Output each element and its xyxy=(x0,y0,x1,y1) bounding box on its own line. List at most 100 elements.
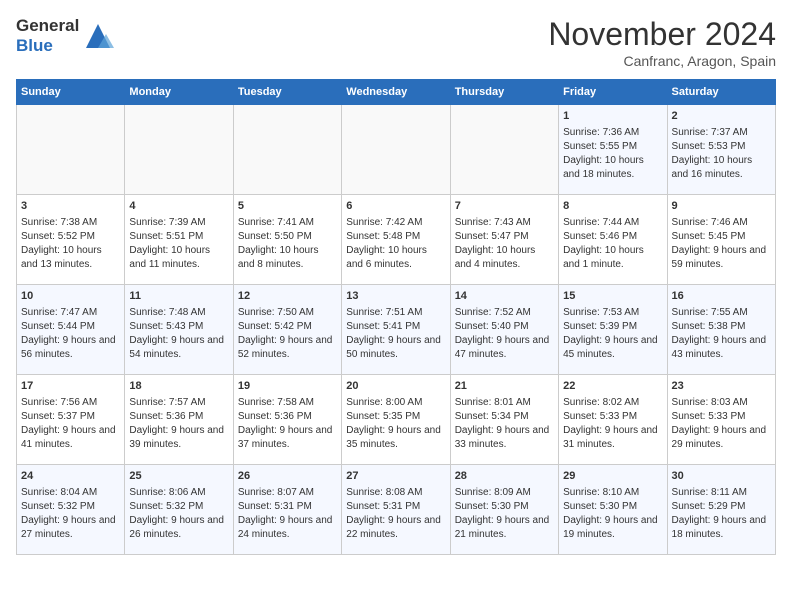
day-info: Sunset: 5:53 PM xyxy=(672,140,771,154)
day-info: Sunset: 5:35 PM xyxy=(346,410,445,424)
day-number: 8 xyxy=(563,199,662,214)
day-info: Sunset: 5:44 PM xyxy=(21,320,120,334)
title-block: November 2024 Canfranc, Aragon, Spain xyxy=(548,16,776,69)
day-number: 22 xyxy=(563,379,662,394)
day-cell: 13 Sunrise: 7:51 AMSunset: 5:41 PMDayligh… xyxy=(342,285,450,375)
weekday-header-sunday: Sunday xyxy=(17,80,125,105)
month-title: November 2024 xyxy=(548,16,776,53)
day-info: Daylight: 9 hours and 39 minutes. xyxy=(129,424,228,452)
day-cell: 23Sunrise: 8:03 AMSunset: 5:33 PMDayligh… xyxy=(667,375,775,465)
day-info: Sunrise: 7:46 AM xyxy=(672,216,771,230)
location: Canfranc, Aragon, Spain xyxy=(548,53,776,69)
day-info: Sunset: 5:30 PM xyxy=(455,500,554,514)
day-number: 16 xyxy=(672,289,771,304)
day-info: Daylight: 9 hours and 52 minutes. xyxy=(238,334,337,362)
day-info: Sunrise: 7:53 AM xyxy=(563,306,662,320)
day-cell: 9Sunrise: 7:46 AMSunset: 5:45 PMDaylight… xyxy=(667,195,775,285)
day-info: Sunrise: 7:39 AM xyxy=(129,216,228,230)
day-info: Sunset: 5:42 PM xyxy=(238,320,337,334)
day-info: Daylight: 10 hours and 1 minute. xyxy=(563,244,662,272)
weekday-header-friday: Friday xyxy=(559,80,667,105)
day-cell: 27Sunrise: 8:08 AMSunset: 5:31 PMDayligh… xyxy=(342,465,450,555)
day-info: Daylight: 9 hours and 56 minutes. xyxy=(21,334,120,362)
day-info: Daylight: 9 hours and 45 minutes. xyxy=(563,334,662,362)
day-cell: 20Sunrise: 8:00 AMSunset: 5:35 PMDayligh… xyxy=(342,375,450,465)
day-info: Sunset: 5:43 PM xyxy=(129,320,228,334)
day-cell: 15Sunrise: 7:53 AMSunset: 5:39 PMDayligh… xyxy=(559,285,667,375)
weekday-header-wednesday: Wednesday xyxy=(342,80,450,105)
day-info: Sunrise: 7:50 AM xyxy=(238,306,337,320)
day-info: Sunrise: 7:58 AM xyxy=(238,396,337,410)
day-info: Daylight: 9 hours and 37 minutes. xyxy=(238,424,337,452)
day-number: 17 xyxy=(21,379,120,394)
day-info: Daylight: 9 hours and 24 minutes. xyxy=(238,514,337,542)
day-info: Sunrise: 8:09 AM xyxy=(455,486,554,500)
day-info: Daylight: 9 hours and 27 minutes. xyxy=(21,514,120,542)
day-cell: 8Sunrise: 7:44 AMSunset: 5:46 PMDaylight… xyxy=(559,195,667,285)
day-info: Sunrise: 8:06 AM xyxy=(129,486,228,500)
day-number: 27 xyxy=(346,469,445,484)
day-info: Sunset: 5:41 PM xyxy=(346,320,445,334)
day-info: Sunset: 5:47 PM xyxy=(455,230,554,244)
week-row-5: 24Sunrise: 8:04 AMSunset: 5:32 PMDayligh… xyxy=(17,465,776,555)
day-cell xyxy=(17,105,125,195)
day-info: Daylight: 9 hours and 21 minutes. xyxy=(455,514,554,542)
day-info: Daylight: 9 hours and 33 minutes. xyxy=(455,424,554,452)
day-number: 29 xyxy=(563,469,662,484)
day-info: Sunset: 5:36 PM xyxy=(238,410,337,424)
day-info: Sunset: 5:33 PM xyxy=(563,410,662,424)
weekday-header-saturday: Saturday xyxy=(667,80,775,105)
week-row-2: 3Sunrise: 7:38 AMSunset: 5:52 PMDaylight… xyxy=(17,195,776,285)
day-cell: 2Sunrise: 7:37 AMSunset: 5:53 PMDaylight… xyxy=(667,105,775,195)
day-info: Sunrise: 7:51 AM xyxy=(346,306,445,320)
day-info: Sunset: 5:29 PM xyxy=(672,500,771,514)
day-info: Daylight: 9 hours and 18 minutes. xyxy=(672,514,771,542)
day-info: Sunset: 5:33 PM xyxy=(672,410,771,424)
day-number: 26 xyxy=(238,469,337,484)
day-number: 1 xyxy=(563,109,662,124)
day-cell: 12 Sunrise: 7:50 AMSunset: 5:42 PMDayligh… xyxy=(233,285,341,375)
day-number: 21 xyxy=(455,379,554,394)
day-info: Daylight: 9 hours and 59 minutes. xyxy=(672,244,771,272)
day-info: Daylight: 9 hours and 29 minutes. xyxy=(672,424,771,452)
day-info: Sunset: 5:50 PM xyxy=(238,230,337,244)
day-info: Sunset: 5:55 PM xyxy=(563,140,662,154)
day-info: Daylight: 10 hours and 8 minutes. xyxy=(238,244,337,272)
day-number: 13 xyxy=(346,289,445,304)
day-number: 4 xyxy=(129,199,228,214)
week-row-4: 17Sunrise: 7:56 AMSunset: 5:37 PMDayligh… xyxy=(17,375,776,465)
day-info: Daylight: 9 hours and 35 minutes. xyxy=(346,424,445,452)
day-number: 24 xyxy=(21,469,120,484)
day-cell: 26Sunrise: 8:07 AMSunset: 5:31 PMDayligh… xyxy=(233,465,341,555)
day-info: Sunrise: 8:07 AM xyxy=(238,486,337,500)
day-info: Sunrise: 8:04 AM xyxy=(21,486,120,500)
day-cell: 3Sunrise: 7:38 AMSunset: 5:52 PMDaylight… xyxy=(17,195,125,285)
day-number: 12 xyxy=(238,289,337,304)
day-cell: 22Sunrise: 8:02 AMSunset: 5:33 PMDayligh… xyxy=(559,375,667,465)
day-info: Sunset: 5:46 PM xyxy=(563,230,662,244)
day-info: Sunset: 5:38 PM xyxy=(672,320,771,334)
day-info: Sunrise: 7:52 AM xyxy=(455,306,554,320)
day-cell xyxy=(125,105,233,195)
day-info: Sunrise: 8:03 AM xyxy=(672,396,771,410)
day-cell: 11Sunrise: 7:48 AMSunset: 5:43 PMDayligh… xyxy=(125,285,233,375)
weekday-header-tuesday: Tuesday xyxy=(233,80,341,105)
day-cell xyxy=(342,105,450,195)
day-info: Sunset: 5:39 PM xyxy=(563,320,662,334)
day-info: Daylight: 10 hours and 6 minutes. xyxy=(346,244,445,272)
day-info: Sunrise: 8:08 AM xyxy=(346,486,445,500)
day-number: 14 xyxy=(455,289,554,304)
day-info: Sunset: 5:45 PM xyxy=(672,230,771,244)
day-number: 5 xyxy=(238,199,337,214)
day-number: 28 xyxy=(455,469,554,484)
logo-blue: Blue xyxy=(16,36,79,56)
day-info: Sunrise: 7:47 AM xyxy=(21,306,120,320)
day-info: Sunrise: 7:55 AM xyxy=(672,306,771,320)
day-cell: 28 Sunrise: 8:09 AMSunset: 5:30 PMDayligh… xyxy=(450,465,558,555)
day-cell: 17Sunrise: 7:56 AMSunset: 5:37 PMDayligh… xyxy=(17,375,125,465)
day-number: 18 xyxy=(129,379,228,394)
day-cell: 14Sunrise: 7:52 AMSunset: 5:40 PMDayligh… xyxy=(450,285,558,375)
week-row-3: 10Sunrise: 7:47 AMSunset: 5:44 PMDayligh… xyxy=(17,285,776,375)
day-info: Daylight: 9 hours and 50 minutes. xyxy=(346,334,445,362)
day-info: Sunset: 5:36 PM xyxy=(129,410,228,424)
